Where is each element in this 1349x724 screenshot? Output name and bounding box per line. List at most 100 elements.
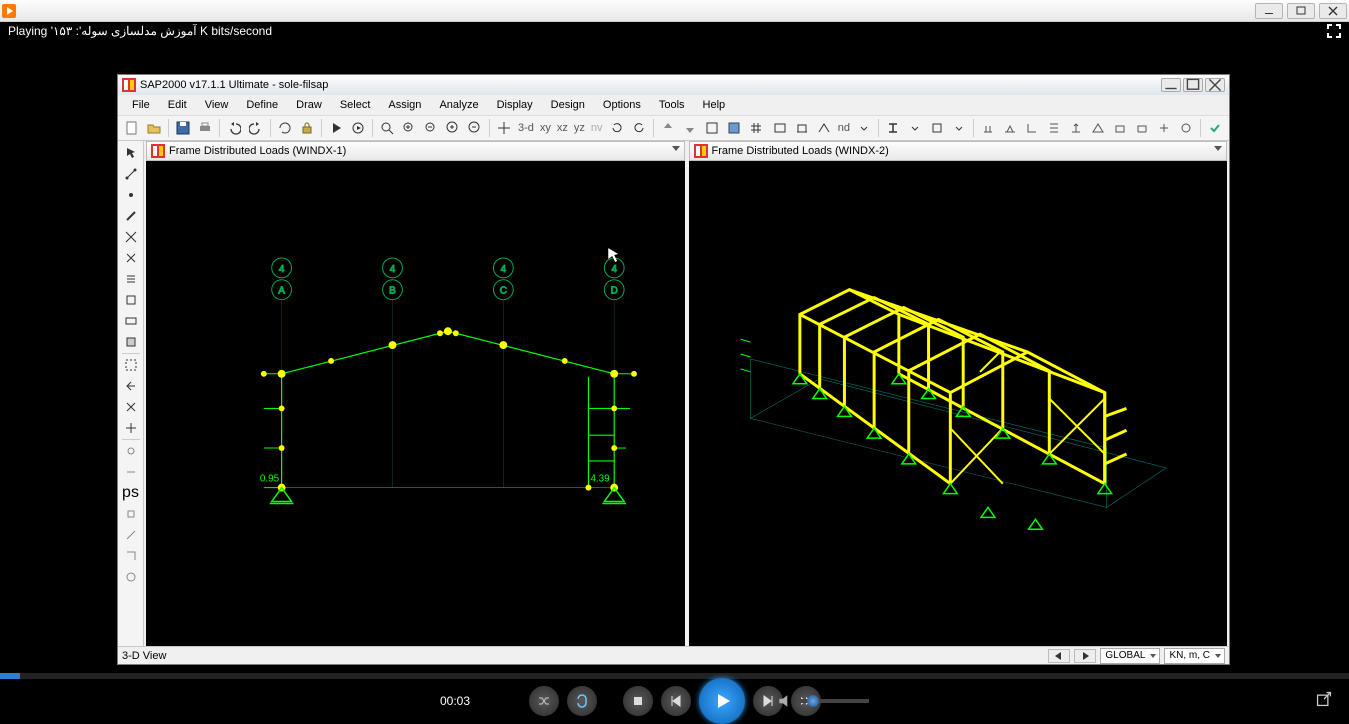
- chevron-down-icon[interactable]: [1214, 146, 1222, 151]
- side-quickarea-icon[interactable]: [120, 332, 142, 352]
- tb-run-icon[interactable]: [326, 118, 346, 138]
- repeat-button[interactable]: [567, 686, 597, 716]
- side-snap3-icon[interactable]: ps: [120, 483, 142, 503]
- side-pointer-icon[interactable]: [120, 143, 142, 163]
- sap-minimize-button[interactable]: [1161, 78, 1181, 92]
- tb-dd3-icon[interactable]: [949, 118, 969, 138]
- sap-close-button[interactable]: [1205, 78, 1225, 92]
- tb-redo-icon[interactable]: [246, 118, 266, 138]
- tb-refresh-icon[interactable]: [275, 118, 295, 138]
- side-reshape-icon[interactable]: [120, 164, 142, 184]
- tb-assign3-icon[interactable]: [1022, 118, 1042, 138]
- menu-view[interactable]: View: [197, 97, 237, 113]
- status-units-combo[interactable]: KN, m, C: [1164, 648, 1225, 664]
- side-snap7-icon[interactable]: [120, 567, 142, 587]
- side-brace-icon[interactable]: [120, 248, 142, 268]
- menu-help[interactable]: Help: [695, 97, 734, 113]
- tb-down-icon[interactable]: [680, 118, 700, 138]
- tb-up-icon[interactable]: [658, 118, 678, 138]
- tb-frame2-icon[interactable]: [792, 118, 812, 138]
- menu-tools[interactable]: Tools: [651, 97, 693, 113]
- fullscreen-icon[interactable]: [1327, 24, 1341, 38]
- tb-dd1-icon[interactable]: [854, 118, 874, 138]
- tb-lock-icon[interactable]: [297, 118, 317, 138]
- view-left-canvas[interactable]: 4 A 4 B 4: [146, 161, 685, 646]
- menu-draw[interactable]: Draw: [288, 97, 330, 113]
- tb-assign6-icon[interactable]: [1088, 118, 1108, 138]
- menu-define[interactable]: Define: [238, 97, 286, 113]
- status-coord-combo[interactable]: GLOBAL: [1100, 648, 1160, 664]
- side-secondary-icon[interactable]: [120, 269, 142, 289]
- sap-maximize-button[interactable]: [1183, 78, 1203, 92]
- player-maximize-button[interactable]: [1287, 3, 1315, 19]
- tb-frame3-icon[interactable]: [814, 118, 834, 138]
- tb-assign5-icon[interactable]: [1066, 118, 1086, 138]
- menu-analyze[interactable]: Analyze: [431, 97, 486, 113]
- tb-yz-button[interactable]: yz: [572, 122, 587, 134]
- tb-zoom-extents-icon[interactable]: [399, 118, 419, 138]
- tb-assign7-icon[interactable]: [1110, 118, 1130, 138]
- tb-xz-button[interactable]: xz: [555, 122, 570, 134]
- tb-rotate2-icon[interactable]: [629, 118, 649, 138]
- menu-design[interactable]: Design: [543, 97, 593, 113]
- tb-object2-icon[interactable]: [724, 118, 744, 138]
- tb-zoom-prev-icon[interactable]: [421, 118, 441, 138]
- menu-select[interactable]: Select: [332, 97, 379, 113]
- tb-pan-icon[interactable]: [494, 118, 514, 138]
- tb-zoom-in-icon[interactable]: [443, 118, 463, 138]
- tb-xy-button[interactable]: xy: [538, 122, 553, 134]
- side-frame-icon[interactable]: [120, 206, 142, 226]
- volume-control[interactable]: [777, 693, 869, 709]
- tb-assign1-icon[interactable]: [978, 118, 998, 138]
- tb-save-icon[interactable]: [173, 118, 193, 138]
- view-right-canvas[interactable]: [689, 161, 1228, 646]
- tb-new-icon[interactable]: [122, 118, 142, 138]
- side-sel-clear-icon[interactable]: [120, 397, 142, 417]
- tb-print-icon[interactable]: [195, 118, 215, 138]
- tb-nd-button[interactable]: nd: [836, 122, 852, 134]
- menu-options[interactable]: Options: [595, 97, 649, 113]
- tb-open-icon[interactable]: [144, 118, 164, 138]
- side-sel-prev-icon[interactable]: [120, 376, 142, 396]
- tb-assign10-icon[interactable]: [1176, 118, 1196, 138]
- stop-button[interactable]: [623, 686, 653, 716]
- side-quickframe-icon[interactable]: [120, 227, 142, 247]
- tb-rotate-icon[interactable]: [607, 118, 627, 138]
- menu-file[interactable]: File: [124, 97, 158, 113]
- side-snap5-icon[interactable]: [120, 525, 142, 545]
- tb-assign4-icon[interactable]: [1044, 118, 1064, 138]
- side-sel-inter-icon[interactable]: [120, 418, 142, 438]
- side-area-icon[interactable]: [120, 290, 142, 310]
- shuffle-button[interactable]: [529, 686, 559, 716]
- side-snap2-icon[interactable]: [120, 462, 142, 482]
- side-snap4-icon[interactable]: [120, 504, 142, 524]
- tb-assign9-icon[interactable]: [1154, 118, 1174, 138]
- status-next-button[interactable]: [1074, 649, 1096, 663]
- prev-button[interactable]: [661, 686, 691, 716]
- tb-ibeam-icon[interactable]: [883, 118, 903, 138]
- tb-zoom-out-icon[interactable]: [465, 118, 485, 138]
- menu-assign[interactable]: Assign: [380, 97, 429, 113]
- player-close-button[interactable]: [1319, 3, 1347, 19]
- tb-section-icon[interactable]: [927, 118, 947, 138]
- side-snap6-icon[interactable]: [120, 546, 142, 566]
- menu-display[interactable]: Display: [489, 97, 541, 113]
- tb-grid-icon[interactable]: [746, 118, 766, 138]
- play-button[interactable]: [699, 678, 745, 724]
- chevron-down-icon[interactable]: [672, 146, 680, 151]
- side-joint-icon[interactable]: [120, 185, 142, 205]
- tb-assign2-icon[interactable]: [1000, 118, 1020, 138]
- popout-button[interactable]: [1315, 690, 1333, 713]
- tb-assign8-icon[interactable]: [1132, 118, 1152, 138]
- player-minimize-button[interactable]: [1255, 3, 1283, 19]
- view-right-tab[interactable]: Frame Distributed Loads (WINDX-2): [689, 141, 1228, 161]
- tb-dd2-icon[interactable]: [905, 118, 925, 138]
- status-prev-button[interactable]: [1048, 649, 1070, 663]
- side-rect-icon[interactable]: [120, 311, 142, 331]
- tb-frame1-icon[interactable]: [770, 118, 790, 138]
- view-left-tab[interactable]: Frame Distributed Loads (WINDX-1): [146, 141, 685, 161]
- tb-run2-icon[interactable]: [348, 118, 368, 138]
- tb-3d-button[interactable]: 3-d: [516, 122, 536, 134]
- volume-knob[interactable]: [807, 695, 819, 707]
- side-sel-all-icon[interactable]: [120, 355, 142, 375]
